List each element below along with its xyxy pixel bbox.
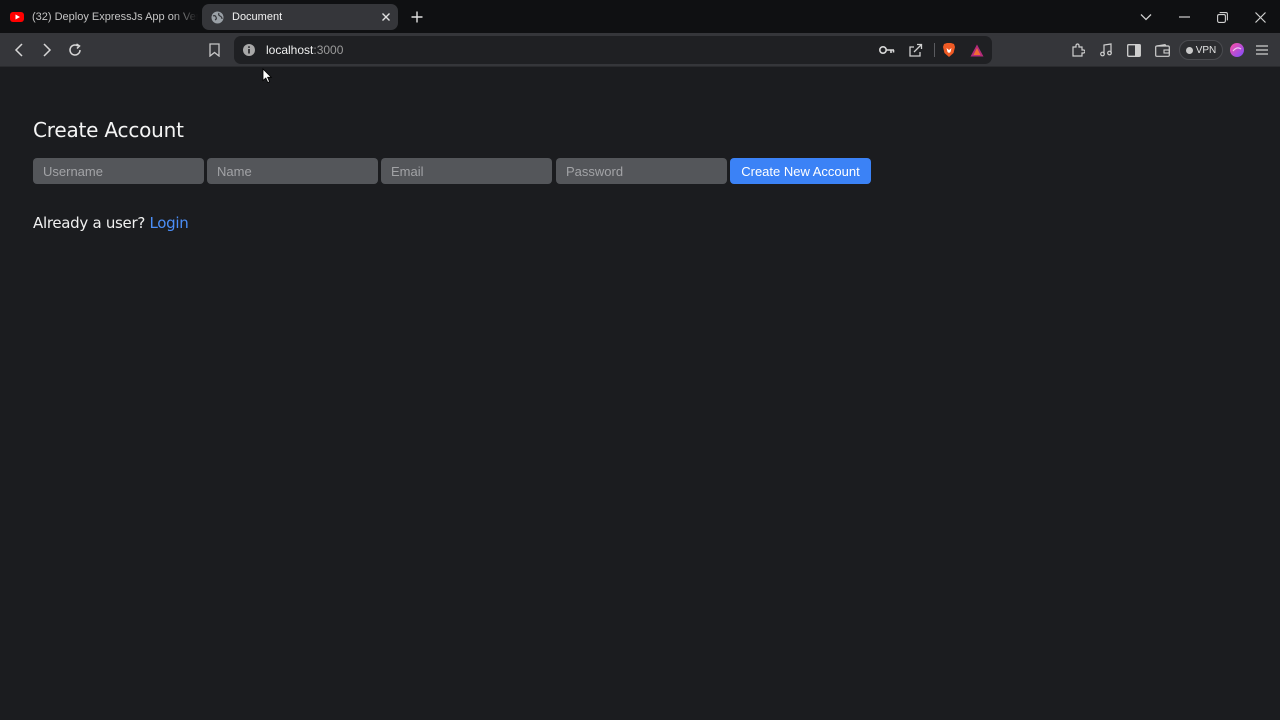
address-text: localhost:3000 [266, 43, 343, 57]
login-prompt: Already a user? Login [33, 214, 189, 232]
mouse-cursor-icon [262, 68, 273, 84]
chevron-down-icon [1140, 14, 1152, 21]
share-icon[interactable] [906, 41, 924, 59]
bookmark-button[interactable] [203, 39, 225, 61]
tab-strip: (32) Deploy ExpressJs App on Vercel Docu… [0, 0, 1280, 33]
close-icon [1254, 11, 1266, 23]
page-content: Create Account Create New Account Alread… [0, 68, 1280, 720]
close-tab-icon[interactable] [378, 9, 394, 25]
url-port: :3000 [313, 43, 344, 57]
omnibox-divider [934, 43, 935, 57]
vpn-label: VPN [1195, 44, 1217, 56]
reload-button[interactable] [64, 39, 86, 61]
browser-toolbar: localhost:3000 VPN [0, 33, 1280, 67]
brave-rewards-icon[interactable] [968, 41, 986, 59]
address-bar[interactable]: localhost:3000 [234, 36, 992, 64]
restore-button[interactable] [1211, 6, 1233, 28]
brave-shields-icon[interactable] [940, 41, 958, 59]
extensions-button[interactable] [1067, 39, 1089, 61]
menu-button[interactable] [1251, 39, 1273, 61]
wallet-button[interactable] [1151, 39, 1173, 61]
url-host: localhost [266, 43, 314, 57]
close-window-button[interactable] [1249, 6, 1271, 28]
tab-document[interactable]: Document [202, 4, 398, 30]
email-field[interactable] [381, 158, 552, 184]
arrow-left-icon [14, 43, 23, 57]
login-prompt-text: Already a user? [33, 214, 145, 232]
youtube-icon [10, 10, 24, 24]
tab-youtube[interactable]: (32) Deploy ExpressJs App on Vercel [4, 4, 198, 30]
login-link[interactable]: Login [149, 214, 188, 232]
tab-title: Document [232, 11, 283, 23]
restore-icon [1216, 11, 1228, 23]
back-button[interactable] [8, 39, 30, 61]
forward-button[interactable] [36, 39, 58, 61]
tab-title: (32) Deploy ExpressJs App on Vercel [32, 11, 198, 23]
create-account-button[interactable]: Create New Account [730, 158, 871, 184]
music-note-icon [1100, 43, 1112, 57]
hamburger-menu-icon [1256, 45, 1268, 55]
wallet-icon [1154, 43, 1170, 57]
puzzle-icon [1072, 43, 1085, 57]
name-field[interactable] [207, 158, 378, 184]
media-button[interactable] [1095, 39, 1117, 61]
reload-icon [69, 43, 81, 56]
bookmark-icon [208, 43, 220, 57]
password-field[interactable] [556, 158, 727, 184]
vpn-button[interactable]: VPN [1179, 40, 1223, 60]
site-info-icon[interactable] [242, 43, 256, 57]
username-field[interactable] [33, 158, 204, 184]
sidebar-button[interactable] [1123, 39, 1145, 61]
leo-ai-icon [1230, 43, 1244, 57]
page-title: Create Account [33, 118, 184, 142]
leo-ai-button[interactable] [1226, 39, 1248, 61]
plus-icon [411, 11, 423, 23]
arrow-right-icon [43, 43, 52, 57]
globe-icon [210, 10, 224, 24]
minimize-icon [1178, 16, 1190, 18]
sidebar-icon [1127, 43, 1141, 57]
minimize-button[interactable] [1173, 6, 1195, 28]
new-tab-button[interactable] [407, 7, 427, 27]
key-icon[interactable] [878, 41, 896, 59]
tab-search-button[interactable] [1135, 6, 1157, 28]
vpn-status-dot [1185, 46, 1193, 54]
